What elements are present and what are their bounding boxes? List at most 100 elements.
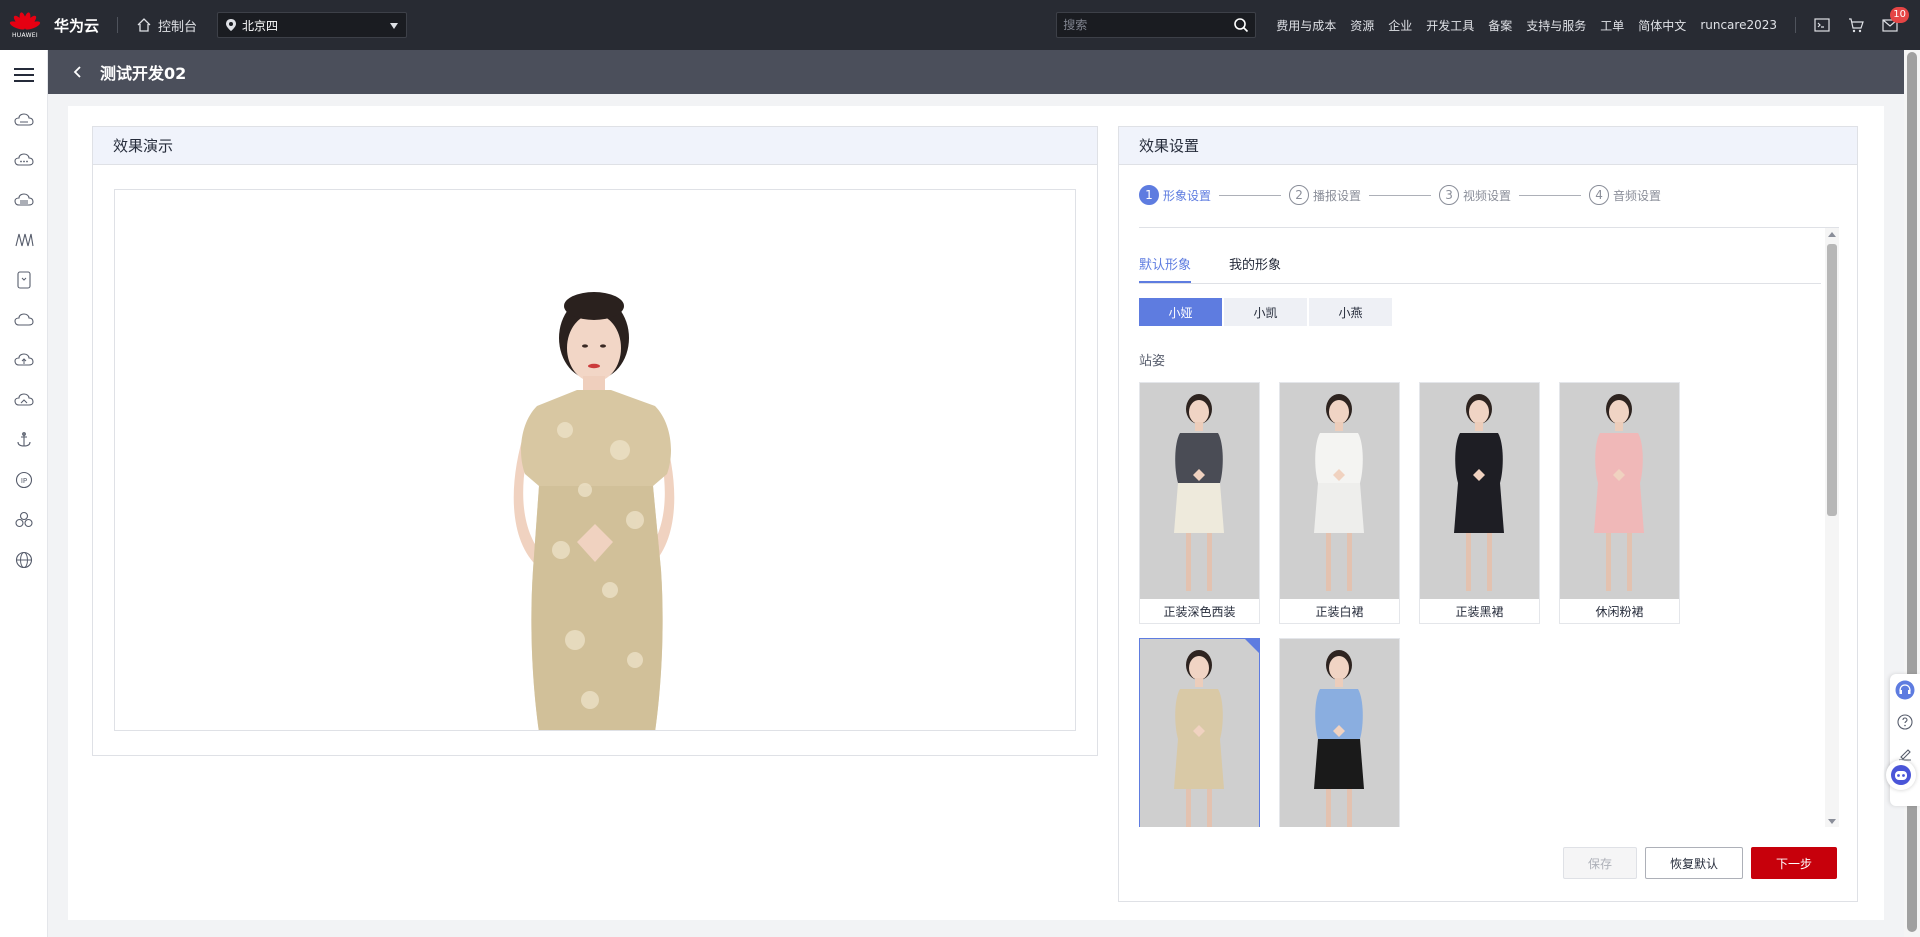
- step-number: 2: [1289, 185, 1310, 205]
- outfit-caption: 正装深色西装: [1140, 599, 1259, 623]
- network-icon: [14, 233, 34, 247]
- digital-human-preview-image: [513, 292, 675, 730]
- mail-icon[interactable]: 10: [1882, 6, 1909, 32]
- robot-icon: [1891, 765, 1911, 785]
- headset-icon: [1895, 680, 1915, 700]
- scroll-thumb[interactable]: [1827, 244, 1837, 516]
- step-avatar[interactable]: 1 形象设置: [1139, 185, 1211, 205]
- outfit-thumbnail: [1140, 383, 1259, 599]
- search-icon[interactable]: [1233, 17, 1249, 33]
- cluster-icon: [14, 511, 33, 528]
- step-number: 1: [1139, 185, 1159, 205]
- sidebar-item-6[interactable]: [0, 300, 47, 340]
- nav-resources[interactable]: 资源: [1350, 17, 1374, 34]
- cart-icon[interactable]: [1848, 17, 1864, 33]
- nav-language[interactable]: 简体中文: [1638, 17, 1686, 34]
- tab-my-avatar[interactable]: 我的形象: [1229, 254, 1281, 283]
- outfit-thumbnail: [1280, 383, 1399, 599]
- brand-small-text: HUAWEI: [12, 31, 38, 39]
- sidebar-item-10[interactable]: IP: [0, 460, 47, 500]
- save-button[interactable]: 保存: [1563, 847, 1637, 879]
- avatar-selector: 小娅 小凯 小燕: [1139, 298, 1392, 326]
- location-pin-icon: [226, 19, 237, 31]
- reset-default-button[interactable]: 恢复默认: [1645, 847, 1743, 879]
- outfit-thumbnail: [1420, 383, 1539, 599]
- menu-toggle[interactable]: [0, 50, 47, 100]
- step-broadcast[interactable]: 2 播报设置: [1289, 185, 1361, 205]
- help-button[interactable]: [1890, 706, 1920, 738]
- left-sidebar: IP: [0, 50, 48, 937]
- console-link[interactable]: 控制台: [136, 16, 197, 35]
- sidebar-item-8[interactable]: [0, 380, 47, 420]
- sidebar-item-4[interactable]: [0, 220, 47, 260]
- settings-panel: 效果设置 1 形象设置 2 播报设置 3 视频设置 4 音频设置 默认形象 我的…: [1118, 126, 1858, 902]
- cloud-icon: [13, 313, 34, 326]
- brand-name[interactable]: 华为云: [54, 15, 99, 36]
- scroll-down-icon[interactable]: [1828, 819, 1836, 824]
- outfit-thumbnail: [1140, 639, 1259, 827]
- step-number: 4: [1589, 185, 1610, 205]
- top-icon-group: 10: [1795, 6, 1909, 33]
- nav-tickets[interactable]: 工单: [1600, 17, 1624, 34]
- sidebar-item-11[interactable]: [0, 500, 47, 540]
- sidebar-item-12[interactable]: [0, 540, 47, 580]
- terminal-icon[interactable]: [1814, 18, 1830, 32]
- outfit-thumbnail: [1280, 639, 1399, 827]
- step-connector: [1519, 194, 1582, 196]
- sidebar-item-2[interactable]: [0, 140, 47, 180]
- scroll-up-icon[interactable]: [1828, 232, 1836, 237]
- outfit-card[interactable]: [1139, 638, 1260, 827]
- sidebar-item-7[interactable]: [0, 340, 47, 380]
- nav-cost[interactable]: 费用与成本: [1276, 17, 1336, 34]
- region-value: 北京四: [242, 18, 279, 33]
- avatar-button-xiaoya[interactable]: 小娅: [1139, 298, 1222, 326]
- outfit-card[interactable]: 休闲粉裙: [1559, 382, 1680, 624]
- nav-support[interactable]: 支持与服务: [1526, 17, 1586, 34]
- selected-check-icon: [1245, 639, 1259, 653]
- huawei-logo[interactable]: HUAWEI: [0, 0, 50, 50]
- cloud-server-icon: [13, 113, 34, 126]
- search-input[interactable]: [1063, 18, 1234, 32]
- region-select[interactable]: 北京四: [217, 12, 408, 38]
- svg-text:IP: IP: [20, 477, 26, 485]
- search-box[interactable]: [1056, 12, 1257, 38]
- outfit-card[interactable]: 正装深色西装: [1139, 382, 1260, 624]
- outfit-card[interactable]: 正装黑裙: [1419, 382, 1540, 624]
- cloud-upload-icon: [13, 353, 34, 366]
- customer-service-button[interactable]: [1890, 674, 1920, 706]
- outfit-caption: 休闲粉裙: [1560, 599, 1679, 623]
- outfit-card[interactable]: [1279, 638, 1400, 827]
- home-icon: [137, 18, 151, 32]
- settings-scroll-area: 默认形象 我的形象 小娅 小凯 小燕 站姿 正装深色西装 正装白裙 正装黑裙 休闲粉裙: [1139, 227, 1839, 827]
- top-navigation-bar: HUAWEI 华为云 控制台 北京四 费用与成本 资源 企业 开发工具 备案 支…: [0, 0, 1920, 50]
- tab-default-avatar[interactable]: 默认形象: [1139, 254, 1192, 283]
- nav-dev-tools[interactable]: 开发工具: [1426, 17, 1474, 34]
- outfit-caption: 正装白裙: [1280, 599, 1399, 623]
- top-right-area: 费用与成本 资源 企业 开发工具 备案 支持与服务 工单 简体中文 runcar…: [1056, 0, 1920, 50]
- assistant-robot-button[interactable]: [1886, 760, 1916, 790]
- avatar-button-xiaokai[interactable]: 小凯: [1224, 298, 1307, 326]
- step-video[interactable]: 3 视频设置: [1439, 185, 1511, 205]
- outfit-thumbnail: [1560, 383, 1679, 599]
- step-label: 播报设置: [1313, 188, 1362, 203]
- next-step-button[interactable]: 下一步: [1751, 847, 1837, 879]
- outfit-card[interactable]: 正装白裙: [1279, 382, 1400, 624]
- back-button[interactable]: [68, 62, 88, 82]
- sidebar-item-3[interactable]: [0, 180, 47, 220]
- avatar-button-xiaoyan[interactable]: 小燕: [1309, 298, 1392, 326]
- nav-filing[interactable]: 备案: [1488, 17, 1512, 34]
- sidebar-item-9[interactable]: [0, 420, 47, 460]
- page-header: 测试开发02: [48, 50, 1904, 94]
- outfit-caption: 正装黑裙: [1420, 599, 1539, 623]
- nav-username[interactable]: runcare2023: [1700, 18, 1777, 32]
- nav-enterprise[interactable]: 企业: [1388, 17, 1412, 34]
- inner-scrollbar[interactable]: [1825, 228, 1839, 827]
- sidebar-item-5[interactable]: [0, 260, 47, 300]
- preview-panel-title: 效果演示: [93, 127, 1097, 165]
- step-audio[interactable]: 4 音频设置: [1589, 185, 1661, 205]
- sidebar-item-ecs[interactable]: [0, 100, 47, 140]
- pose-section-label: 站姿: [1139, 354, 1166, 369]
- step-indicator: 1 形象设置 2 播报设置 3 视频设置 4 音频设置: [1139, 185, 1661, 205]
- step-label: 视频设置: [1463, 188, 1512, 203]
- cloud-sync-icon: [13, 393, 34, 406]
